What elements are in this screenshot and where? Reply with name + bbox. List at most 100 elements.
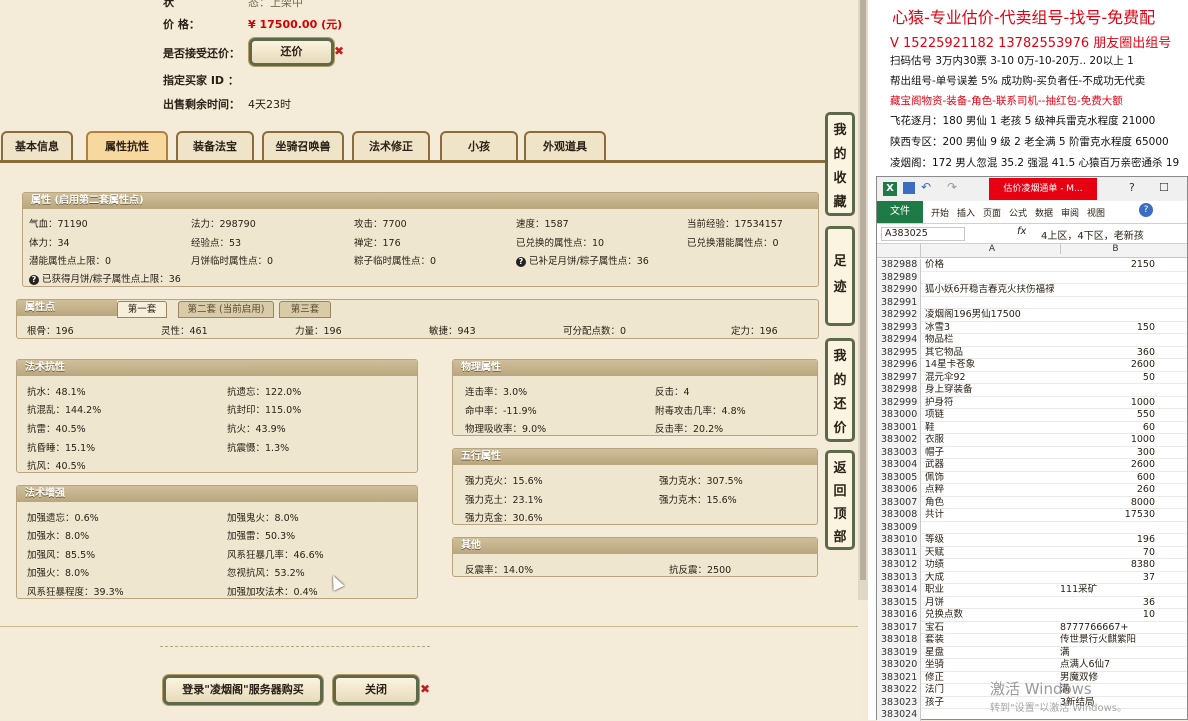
row-number[interactable]: 382997 (877, 371, 921, 384)
tab-appearance[interactable]: 外观道具 (524, 131, 606, 161)
help-icon[interactable]: ? (516, 257, 526, 267)
sheet-row[interactable]: 382988 价格 2150 (877, 259, 1187, 272)
row-number[interactable]: 383017 (877, 621, 921, 634)
sheet-row[interactable]: 382992 凌烟阁196男仙17500 (877, 309, 1187, 322)
cell-a[interactable]: 星盘 (925, 647, 1059, 660)
cell-b[interactable]: 37 (1060, 572, 1155, 585)
cell-b[interactable]: 传世景行火麒紫阳 (1060, 634, 1155, 647)
row-number[interactable]: 383011 (877, 546, 921, 559)
cell-a[interactable]: 冰雪3 (925, 322, 1059, 335)
cell-a[interactable]: 点粹 (925, 484, 1059, 497)
cell-b[interactable]: 满 (1060, 647, 1155, 660)
corner-cell[interactable] (877, 244, 921, 257)
sheet-row[interactable]: 383002 衣服 1000 (877, 434, 1187, 447)
row-number[interactable]: 383009 (877, 521, 921, 534)
ribbon-tab[interactable]: 插入 (957, 206, 975, 219)
sheet-row[interactable]: 382996 14星卡苍象 2600 (877, 359, 1187, 372)
row-number[interactable]: 383012 (877, 559, 921, 572)
row-number[interactable]: 383008 (877, 509, 921, 522)
cell-b[interactable]: 1000 (1060, 434, 1155, 447)
row-number[interactable]: 383010 (877, 534, 921, 547)
sheet-row[interactable]: 383012 功绩 8380 (877, 559, 1187, 572)
cell-b[interactable]: 50 (1060, 372, 1155, 385)
history-button[interactable]: 足迹 (825, 226, 855, 326)
tab-set-two[interactable]: 第二套 (当前启用) (178, 301, 274, 318)
maximize-icon[interactable]: ☐ (1159, 181, 1169, 194)
row-number[interactable]: 383020 (877, 659, 921, 672)
cell-a[interactable]: 14星卡苍象 (925, 359, 1059, 372)
cell-b[interactable]: 550 (1060, 409, 1155, 422)
cell-a[interactable]: 大成 (925, 572, 1059, 585)
cell-b[interactable]: 点满人6仙7 (1060, 659, 1155, 672)
cell-a[interactable]: 功绩 (925, 559, 1059, 572)
cell-a[interactable]: 佩饰 (925, 472, 1059, 485)
ribbon-tab[interactable]: 审阅 (1061, 206, 1079, 219)
sheet-row[interactable]: 382995 其它物品 360 (877, 346, 1187, 360)
sheet-row[interactable]: 382990 狐小妖6开稳吉春克火扶伤福禄 (877, 284, 1187, 297)
counter-offer-button[interactable]: 还价 (249, 38, 334, 66)
cell-b[interactable]: 360 (1060, 347, 1155, 360)
undo-icon[interactable]: ↶ (921, 180, 931, 194)
cell-a[interactable]: 角色 (925, 497, 1059, 510)
row-number[interactable]: 383013 (877, 571, 921, 584)
cell-b[interactable]: 600 (1060, 472, 1155, 485)
sheet-row[interactable]: 383015 月饼 36 (877, 596, 1187, 610)
sheet-row[interactable]: 382989 (877, 271, 1187, 284)
redo-icon[interactable]: ↷ (947, 180, 957, 194)
row-number[interactable]: 383000 (877, 409, 921, 422)
column-header-b[interactable]: B (1060, 244, 1170, 254)
cell-b[interactable]: 260 (1060, 484, 1155, 497)
cell-b[interactable]: 36 (1060, 597, 1155, 610)
column-header-a[interactable]: A (925, 244, 1059, 254)
ribbon-tab[interactable]: 视图 (1087, 206, 1105, 219)
cell-b[interactable]: 10 (1060, 609, 1155, 622)
sheet-row[interactable]: 383000 项链 550 (877, 409, 1187, 422)
row-number[interactable]: 383022 (877, 684, 921, 697)
cell-a[interactable]: 天赋 (925, 547, 1059, 560)
sheet-row[interactable]: 383008 共计 17530 (877, 509, 1187, 522)
sheet-row[interactable]: 383016 兑换点数 10 (877, 609, 1187, 622)
row-number[interactable]: 382998 (877, 384, 921, 397)
row-number[interactable]: 383005 (877, 471, 921, 484)
cell-b[interactable]: 8000 (1060, 497, 1155, 510)
row-number[interactable]: 383019 (877, 646, 921, 659)
row-number[interactable]: 382994 (877, 334, 921, 347)
ribbon-tab[interactable]: 开始 (931, 206, 949, 219)
file-tab[interactable]: 文件 (877, 201, 923, 223)
sheet-row[interactable]: 383001 鞋 60 (877, 421, 1187, 434)
cell-a[interactable]: 项链 (925, 409, 1059, 422)
tab-equipment[interactable]: 装备法宝 (176, 131, 254, 161)
ribbon-tab[interactable]: 页面 (983, 206, 1001, 219)
row-number[interactable]: 383023 (877, 696, 921, 709)
row-number[interactable]: 382995 (877, 346, 921, 359)
ribbon-tab[interactable]: 公式 (1009, 206, 1027, 219)
row-number[interactable]: 383007 (877, 496, 921, 509)
cell-a[interactable]: 其它物品 (925, 347, 1059, 360)
row-number[interactable]: 383015 (877, 596, 921, 609)
cell-a[interactable]: 等级 (925, 534, 1059, 547)
row-number[interactable]: 383002 (877, 434, 921, 447)
cell-a[interactable]: 物品栏 (925, 334, 1059, 347)
sheet-row[interactable]: 383019 星盘满 (877, 646, 1187, 660)
cell-b[interactable]: 111采矿 (1060, 584, 1155, 597)
row-number[interactable]: 382991 (877, 296, 921, 309)
cell-a[interactable]: 共计 (925, 509, 1059, 522)
ribbon-tab[interactable]: 数据 (1035, 206, 1053, 219)
sheet-row[interactable]: 383013 大成 37 (877, 571, 1187, 585)
help-circle-icon[interactable]: ? (1139, 203, 1153, 217)
sheet-row[interactable]: 383020 坐骑 点满人6仙7 (877, 659, 1187, 672)
cell-a[interactable]: 武器 (925, 459, 1059, 472)
row-number[interactable]: 383004 (877, 459, 921, 472)
help-icon[interactable]: ? (1129, 181, 1135, 194)
cell-b[interactable]: 70 (1060, 547, 1155, 560)
sheet-row[interactable]: 383014 职业 111采矿 (877, 584, 1187, 597)
sheet-row[interactable]: 383003 帽子 300 (877, 446, 1187, 460)
cell-a[interactable]: 帽子 (925, 447, 1059, 460)
cell-a[interactable]: 衣服 (925, 434, 1059, 447)
sheet-row[interactable]: 383006 点粹 260 (877, 484, 1187, 497)
formula-input[interactable]: 4上区，4下区，老新孩 (1041, 227, 1144, 242)
cell-a[interactable]: 月饼 (925, 597, 1059, 610)
row-number[interactable]: 382999 (877, 396, 921, 409)
sheet-row[interactable]: 382994 物品栏 (877, 334, 1187, 347)
row-number[interactable]: 383003 (877, 446, 921, 459)
